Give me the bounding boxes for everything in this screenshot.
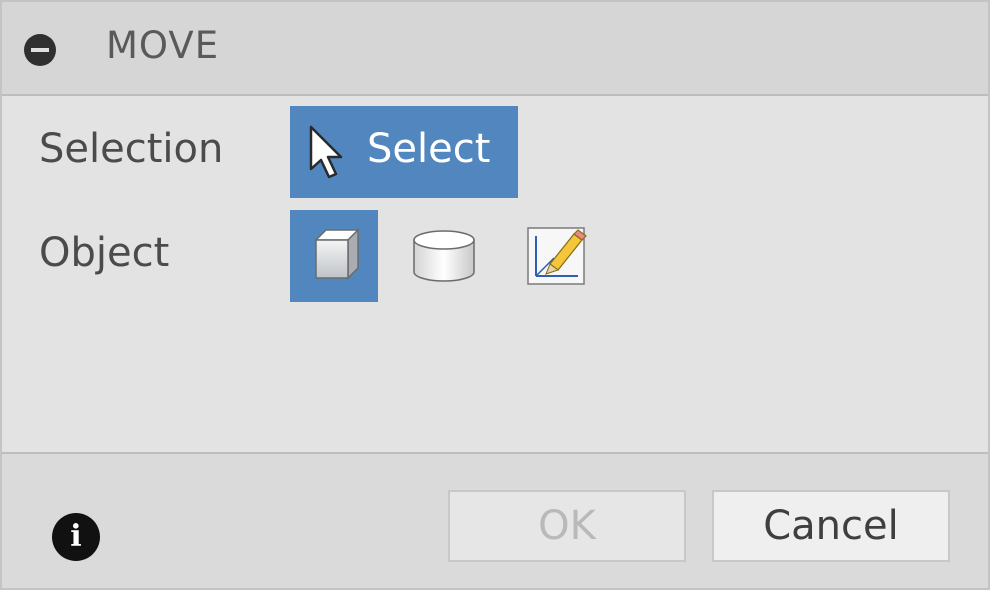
selection-label: Selection — [39, 126, 224, 172]
cursor-arrow-icon — [309, 125, 343, 179]
dialog-header[interactable]: MOVE — [2, 2, 988, 96]
select-button[interactable]: Select — [290, 106, 518, 198]
object-option-sketch[interactable] — [512, 210, 600, 302]
collapse-icon[interactable] — [24, 34, 56, 66]
cancel-button[interactable]: Cancel — [712, 490, 950, 562]
info-icon[interactable]: i — [52, 513, 100, 561]
dialog-footer: i OK Cancel — [2, 452, 988, 588]
sketch-pencil-icon — [527, 227, 587, 285]
select-button-label: Select — [367, 126, 491, 172]
move-dialog: MOVE Selection Select Object i OK Cancel — [0, 0, 990, 590]
body-cube-icon — [314, 228, 360, 280]
object-label: Object — [39, 230, 170, 276]
object-option-body[interactable] — [290, 210, 378, 302]
dialog-title: MOVE — [106, 24, 220, 67]
component-cylinder-icon — [413, 230, 475, 282]
ok-button[interactable]: OK — [448, 490, 686, 562]
object-option-component[interactable] — [400, 210, 488, 302]
dialog-body: Selection Select Object — [2, 96, 988, 452]
